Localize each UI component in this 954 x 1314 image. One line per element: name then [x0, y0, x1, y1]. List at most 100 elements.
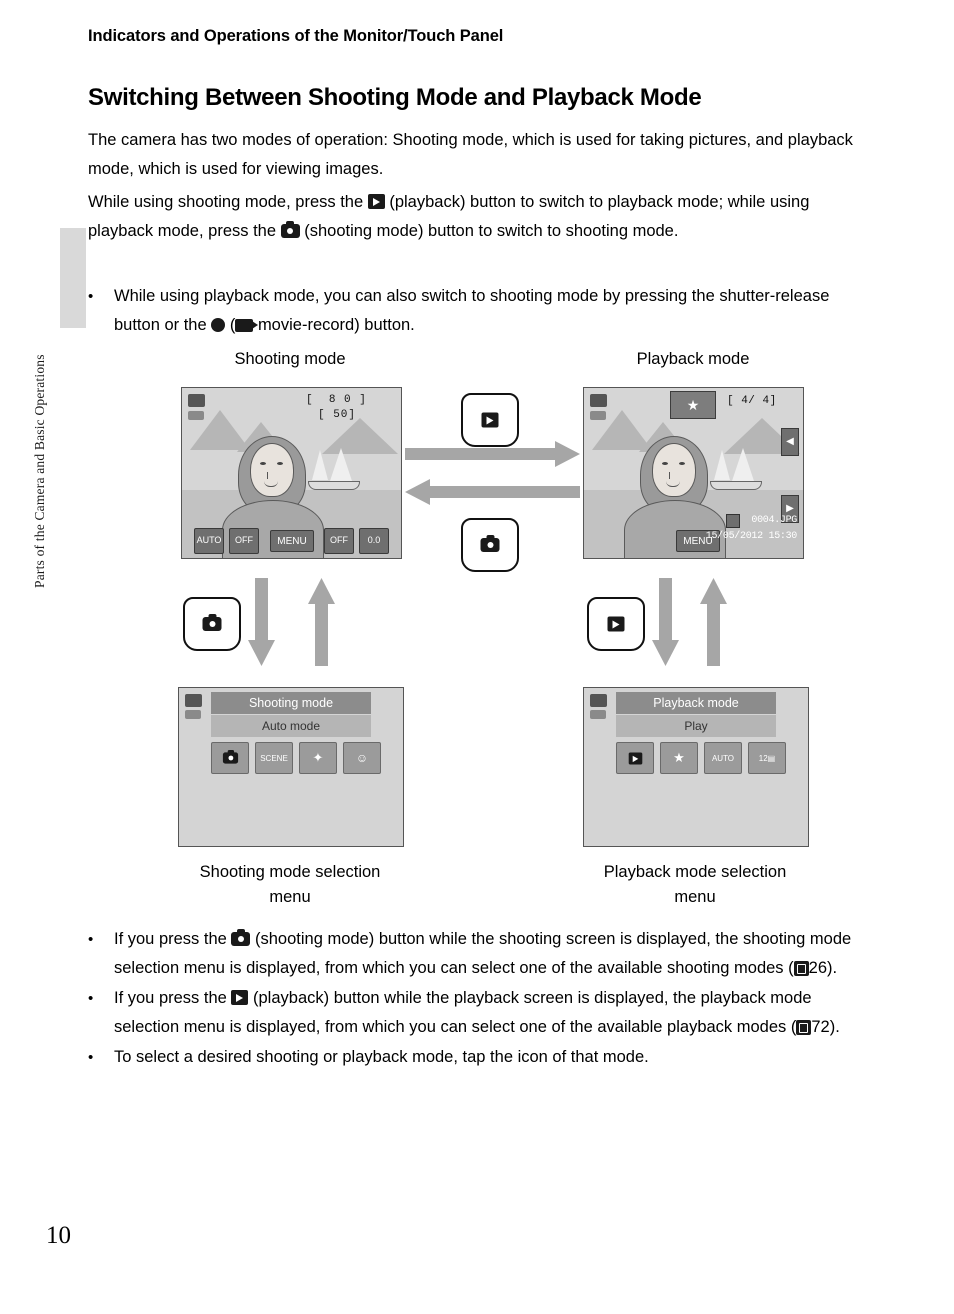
list-item: • To select a desired shooting or playba…: [88, 1043, 878, 1072]
shooting-mode-icon: [280, 221, 300, 238]
menu-icon-play[interactable]: [616, 742, 654, 774]
menu-selected-shooting: Auto mode: [211, 715, 371, 737]
menu-icon-list-by-date[interactable]: 12▤: [748, 742, 786, 774]
bullet-2-part-c: 72).: [811, 1018, 840, 1036]
person-body: [624, 500, 726, 558]
movie-record-icon: [235, 319, 259, 332]
battery-indicator-icon: [590, 411, 606, 420]
badge-exposure-compensation[interactable]: 0.0: [359, 528, 389, 554]
shots-remaining-text: [ 50]: [318, 409, 357, 421]
menu-icon-smart-portrait[interactable]: ☺: [343, 742, 381, 774]
bullet-top-part-c: movie-record) button.: [257, 316, 415, 334]
playback-icon: [367, 194, 385, 209]
person-hair: [640, 436, 708, 514]
bullet-1-part-a: If you press the: [114, 930, 227, 948]
menu-selected-playback: Play: [616, 715, 776, 737]
menu-icon-auto-mode[interactable]: [211, 742, 249, 774]
lcd-sea: [182, 490, 401, 558]
arrow-up-right: [700, 578, 727, 666]
playback-mode-icon-row: ★ AUTO 12▤: [616, 742, 786, 774]
diagram-label-shooting: Shooting mode: [234, 350, 346, 368]
person-eye: [260, 462, 266, 465]
arrow-down-right: [652, 578, 679, 666]
frame-counter-text: [ 4/ 4]: [727, 395, 777, 407]
battery-indicator-icon: [590, 710, 606, 719]
date-time-text: 15/05/2012 15:30: [705, 531, 798, 542]
previous-image-arrow-icon[interactable]: ◀: [781, 428, 799, 456]
bullet-1-part-c: 26).: [808, 959, 838, 977]
bullet-text: If you press the (playback) button while…: [114, 984, 878, 1042]
page-title: Switching Between Shooting Mode and Play…: [88, 84, 702, 111]
page-number: 10: [46, 1222, 71, 1249]
mountain-shape: [724, 418, 800, 454]
playback-mode-indicator-icon: [590, 694, 607, 707]
shooting-button-center[interactable]: [461, 518, 519, 572]
bullet-list-bottom: • If you press the (shooting mode) butto…: [88, 925, 878, 1073]
shooting-screen: [ 8 0 ] [ 50] AUTO OFF MENU OFF 0.0: [181, 387, 402, 559]
playback-icon: [607, 616, 625, 632]
shooting-mode-icon: [202, 614, 222, 631]
paragraph-switching-part-a: While using shooting mode, press the: [88, 193, 364, 211]
shooting-mode-selection-menu: Shooting mode Auto mode SCENE ✦ ☺: [178, 687, 404, 847]
menu-icon-auto-sort[interactable]: AUTO: [704, 742, 742, 774]
arrow-right-to-playback: [405, 441, 580, 467]
badge-menu[interactable]: MENU: [270, 530, 314, 552]
calendar-icon: 12▤: [758, 753, 776, 763]
mountain-shape: [322, 418, 398, 454]
bullet-marker: •: [88, 990, 94, 1007]
bullet-text: To select a desired shooting or playback…: [114, 1048, 649, 1066]
mountain-shape: [190, 410, 250, 450]
mountain-shape: [237, 422, 285, 452]
chapter-vertical-title: Parts of the Camera and Basic Operations: [32, 354, 47, 588]
caption-playback-menu: Playback mode selection menu: [603, 863, 787, 906]
menu-icon-favorite-pictures[interactable]: ★: [660, 742, 698, 774]
badge-self-timer[interactable]: OFF: [229, 528, 259, 554]
menu-title-shooting: Shooting mode: [211, 692, 371, 714]
badge-flash-auto[interactable]: AUTO: [194, 528, 224, 554]
shooting-mode-indicator-icon: [188, 394, 205, 407]
shooting-mode-icon-row: SCENE ✦ ☺: [211, 742, 381, 774]
arrow-down-left: [248, 578, 275, 666]
chapter-tab: [60, 228, 86, 328]
person-mouth: [264, 481, 278, 487]
record-dot-icon: [211, 318, 226, 332]
caption-shooting-menu: Shooting mode selection menu: [199, 863, 381, 906]
lcd-sky: [584, 388, 803, 490]
reference-book-icon: [796, 1020, 812, 1035]
person-nose: [267, 472, 272, 479]
smile-glyph-icon: ☺: [355, 751, 369, 765]
menu-icon-special-effects[interactable]: ✦: [299, 742, 337, 774]
menu-title-playback: Playback mode: [616, 692, 776, 714]
playback-screen: ★ [ 4/ 4] ◀ ▶ MENU 0004.JPG 15/05/2012 1…: [583, 387, 804, 559]
next-image-arrow-icon[interactable]: ▶: [781, 495, 799, 523]
list-item: • While using playback mode, you can als…: [88, 282, 878, 340]
person-nose: [669, 472, 674, 479]
boat-sail: [312, 450, 328, 480]
mountain-shape: [639, 422, 687, 452]
arrow-up-left: [308, 578, 335, 666]
shooting-button-left[interactable]: [183, 597, 241, 651]
bullet-2-part-a: If you press the: [114, 989, 227, 1007]
shooting-mode-indicator-icon: [185, 694, 202, 707]
person-hair: [238, 436, 306, 514]
playback-icon: [481, 412, 499, 428]
mountain-shape: [592, 410, 652, 450]
boat-hull: [308, 481, 360, 490]
list-item: • If you press the (playback) button whi…: [88, 984, 878, 1042]
favorite-star-icon[interactable]: ★: [670, 391, 716, 419]
boat-hull: [710, 481, 762, 490]
file-name-text: 0004.JPG: [751, 515, 797, 526]
battery-indicator-icon: [185, 710, 201, 719]
shooting-mode-icon: [231, 929, 251, 946]
play-icon: [628, 752, 642, 764]
bullet-marker: •: [88, 288, 94, 305]
playback-mode-indicator-icon: [590, 394, 607, 407]
paragraph-switching: While using shooting mode, press the (pl…: [88, 188, 870, 246]
person-eye: [679, 462, 685, 465]
badge-macro[interactable]: OFF: [324, 528, 354, 554]
playback-button-center[interactable]: [461, 393, 519, 447]
badge-menu[interactable]: MENU: [676, 530, 720, 552]
playback-button-right[interactable]: [587, 597, 645, 651]
playback-icon: [231, 990, 249, 1005]
menu-icon-scene-mode[interactable]: SCENE: [255, 742, 293, 774]
